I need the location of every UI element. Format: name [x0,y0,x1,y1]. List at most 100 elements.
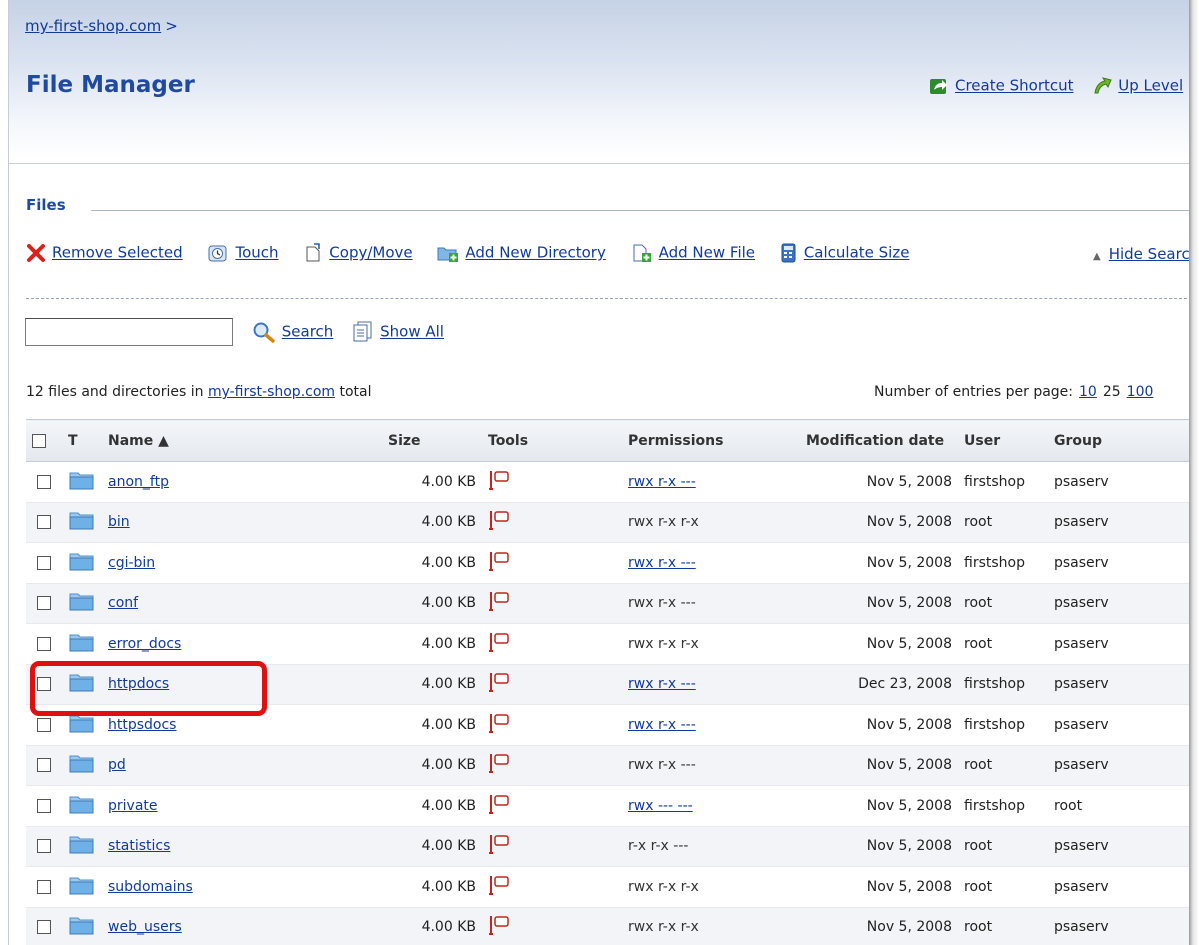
permissions-value[interactable]: rwx r-x --- [628,717,696,733]
remove-selected-label[interactable]: Remove Selected [52,244,183,262]
touch-label[interactable]: Touch [235,244,278,262]
properties-tool-icon[interactable] [488,673,510,697]
group-cell: psaserv [1048,745,1191,786]
show-all-label[interactable]: Show All [380,323,444,341]
modification-date-cell: Nov 5, 2008 [800,583,958,624]
file-name-link[interactable]: httpdocs [108,676,169,692]
permissions-value[interactable]: rwx --- --- [628,798,693,814]
search-input[interactable] [25,318,233,346]
type-cell [62,785,102,827]
table-row[interactable]: bin 4.00 KB rwx r-x r-x Nov 5, 2008 root psas… [26,502,1191,543]
file-name-link[interactable]: error_docs [108,636,181,652]
file-name-link[interactable]: pd [108,757,126,773]
row-checkbox[interactable] [37,798,51,813]
row-checkbox[interactable] [37,920,51,935]
row-checkbox[interactable] [37,515,51,530]
row-checkbox[interactable] [37,596,51,611]
column-permissions[interactable]: Permissions [622,419,800,462]
per-page-option-25[interactable]: 25 [1103,384,1121,400]
up-level-button[interactable]: Up Level [1092,76,1183,96]
table-row[interactable]: statistics 4.00 KB r-x r-x --- Nov 5, 2008 r… [26,826,1191,867]
file-name-link[interactable]: httpsdocs [108,717,176,733]
hide-search-toggle[interactable]: ▲ Hide Search [1093,245,1191,263]
table-row[interactable]: anon_ftp 4.00 KB rwx r-x --- Nov 5, 2008 fir… [26,461,1191,503]
up-level-label[interactable]: Up Level [1118,77,1183,95]
file-name-link[interactable]: subdomains [108,879,193,895]
file-name-link[interactable]: anon_ftp [108,474,169,490]
remove-selected-button[interactable]: Remove Selected [26,243,183,263]
file-name-link[interactable]: bin [108,514,130,530]
row-checkbox[interactable] [37,879,51,894]
properties-tool-icon[interactable] [488,713,510,738]
column-type[interactable]: T [62,419,102,462]
copy-move-label[interactable]: Copy/Move [329,244,412,262]
touch-button[interactable]: Touch [207,243,279,263]
file-name-link[interactable]: statistics [108,838,170,854]
calculate-size-label[interactable]: Calculate Size [804,244,910,262]
table-row[interactable]: pd 4.00 KB rwx r-x --- Nov 5, 2008 root psase… [26,745,1191,786]
row-select-cell [26,866,62,908]
table-row[interactable]: error_docs 4.00 KB rwx r-x r-x Nov 5, 2008 r… [26,623,1191,665]
row-checkbox[interactable] [37,636,51,651]
file-name-link[interactable]: private [108,798,158,814]
permissions-value[interactable]: rwx r-x --- [628,676,696,692]
toolbar-divider [26,298,1191,299]
name-cell: cgi-bin [102,542,382,584]
properties-tool-icon[interactable] [488,835,510,859]
table-row[interactable]: conf 4.00 KB rwx r-x --- Nov 5, 2008 root psa… [26,583,1191,624]
table-row[interactable]: httpsdocs 4.00 KB rwx r-x --- Nov 5, 2008 fi… [26,704,1191,746]
column-size[interactable]: Size [382,419,482,462]
summary-domain-link[interactable]: my-first-shop.com [208,384,335,400]
column-modification-date[interactable]: Modification date [800,419,958,462]
breadcrumb-domain-link[interactable]: my-first-shop.com [25,17,161,35]
show-all-button[interactable]: Show All [352,321,444,343]
properties-tool-icon[interactable] [488,470,510,495]
column-user[interactable]: User [958,419,1048,462]
add-new-file-button[interactable]: Add New File [631,243,755,263]
row-checkbox[interactable] [37,717,51,732]
select-all-checkbox[interactable] [32,433,46,448]
column-group[interactable]: Group [1048,419,1191,462]
per-page-option-10[interactable]: 10 [1079,384,1097,400]
file-name-link[interactable]: conf [108,595,138,611]
per-page-option-100[interactable]: 100 [1127,384,1154,400]
properties-tool-icon[interactable] [488,916,510,940]
row-checkbox[interactable] [37,474,51,489]
properties-tool-icon[interactable] [488,794,510,819]
group-cell: psaserv [1048,502,1191,543]
table-row[interactable]: private 4.00 KB rwx --- --- Nov 5, 2008 firs… [26,785,1191,827]
folder-icon [69,472,95,495]
create-shortcut-button[interactable]: Create Shortcut [929,76,1074,96]
create-shortcut-label[interactable]: Create Shortcut [955,77,1074,95]
table-row[interactable]: httpdocs 4.00 KB rwx r-x --- Dec 23, 2008 fi… [26,664,1191,705]
column-name[interactable]: Name ▲ [102,419,382,462]
row-checkbox[interactable] [37,555,51,570]
search-button[interactable]: Search [252,321,334,343]
add-new-file-label[interactable]: Add New File [659,244,755,262]
size-cell: 4.00 KB [382,866,482,908]
properties-tool-icon[interactable] [488,754,510,778]
add-new-directory-button[interactable]: Add New Directory [437,243,606,263]
properties-tool-icon[interactable] [488,632,510,657]
calculate-size-button[interactable]: Calculate Size [780,243,910,263]
search-label[interactable]: Search [282,323,334,341]
table-row[interactable]: web_users 4.00 KB rwx r-x r-x Nov 5, 2008 ro… [26,907,1191,945]
row-checkbox[interactable] [37,677,51,692]
table-row[interactable]: subdomains 4.00 KB rwx r-x r-x Nov 5, 2008 r… [26,866,1191,908]
modification-date-cell: Nov 5, 2008 [800,623,958,665]
table-row[interactable]: cgi-bin 4.00 KB rwx r-x --- Nov 5, 2008 firs… [26,542,1191,584]
file-name-link[interactable]: cgi-bin [108,555,155,571]
hide-search-label[interactable]: Hide Search [1109,245,1191,263]
add-new-directory-label[interactable]: Add New Directory [465,244,605,262]
permissions-value[interactable]: rwx r-x --- [628,474,696,490]
file-name-link[interactable]: web_users [108,919,182,935]
properties-tool-icon[interactable] [488,511,510,535]
properties-tool-icon[interactable] [488,875,510,900]
modification-date-cell: Nov 5, 2008 [800,826,958,867]
row-checkbox[interactable] [37,839,51,854]
copy-move-button[interactable]: Copy/Move [303,243,413,263]
row-checkbox[interactable] [37,758,51,773]
properties-tool-icon[interactable] [488,592,510,616]
properties-tool-icon[interactable] [488,551,510,576]
permissions-value[interactable]: rwx r-x --- [628,555,696,571]
